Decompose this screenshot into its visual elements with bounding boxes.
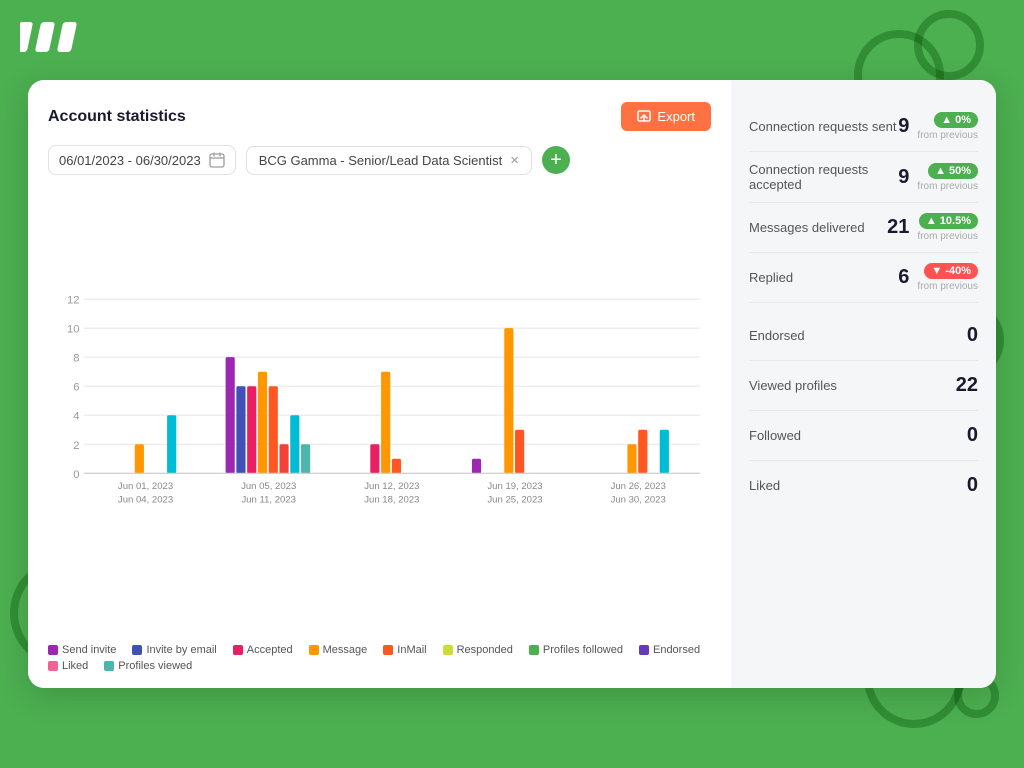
legend-item: Send invite [48,644,116,656]
legend-item: InMail [383,644,426,656]
badge-accepted: ▲ 50% [928,163,978,179]
badge-messages: ▲ 10.5% [919,213,978,229]
right-panel: Connection requests sent 9 ▲ 0% from pre… [731,80,996,688]
badge-sent: ▲ 0% [934,112,978,128]
legend-color [48,661,58,671]
legend-color [529,645,539,655]
legend-color [104,661,114,671]
legend-label: Invite by email [146,644,216,656]
legend-label: Profiles viewed [118,660,192,672]
legend-label: Responded [457,644,513,656]
card-title: Account statistics [48,108,186,126]
calendar-icon [209,152,225,168]
export-icon [637,110,651,124]
legend-color [443,645,453,655]
svg-text:10: 10 [67,324,79,336]
svg-text:2: 2 [73,440,79,452]
legend-item: Message [309,644,368,656]
main-card: Account statistics Export 06/01/2023 - 0… [28,80,996,688]
legend-item: Liked [48,660,88,672]
legend-label: Endorsed [653,644,700,656]
svg-text:4: 4 [73,411,79,423]
app-logo [20,18,80,56]
svg-text:Jun 04, 2023: Jun 04, 2023 [118,495,173,506]
stat-messages-delivered: Messages delivered 21 ▲ 10.5% from previ… [749,203,978,253]
legend-item: Responded [443,644,513,656]
bg-circle-3 [914,10,984,80]
legend-label: Message [323,644,368,656]
legend-item: Accepted [233,644,293,656]
svg-text:Jun 01, 2023: Jun 01, 2023 [118,481,173,492]
date-filter[interactable]: 06/01/2023 - 06/30/2023 [48,145,236,175]
stat-replied: Replied 6 ▼ -40% from previous [749,253,978,303]
stat-badge-sent: ▲ 0% from previous [917,112,978,141]
legend-label: Profiles followed [543,644,623,656]
card-header: Account statistics Export [48,102,711,131]
stat-followed: Followed 0 [749,411,978,461]
stat-connection-requests-accepted: Connection requests accepted 9 ▲ 50% fro… [749,152,978,203]
legend-color [48,645,58,655]
legend-label: Liked [62,660,88,672]
legend-color [233,645,243,655]
legend-label: InMail [397,644,426,656]
filters-row: 06/01/2023 - 06/30/2023 BCG Gamma - Seni… [48,145,711,175]
legend-item: Endorsed [639,644,700,656]
svg-text:8: 8 [73,353,79,365]
legend-item: Profiles viewed [104,660,192,672]
badge-replied: ▼ -40% [924,263,978,279]
tag-filter[interactable]: BCG Gamma - Senior/Lead Data Scientist × [246,146,532,175]
legend-item: Invite by email [132,644,216,656]
stat-badge-messages: ▲ 10.5% from previous [917,213,978,242]
stat-badge-replied: ▼ -40% from previous [917,263,978,292]
left-panel: Account statistics Export 06/01/2023 - 0… [28,80,731,688]
add-filter-button[interactable]: + [542,146,570,174]
stat-viewed-profiles: Viewed profiles 22 [749,361,978,411]
svg-text:Jun 19, 2023: Jun 19, 2023 [487,481,542,492]
remove-filter-button[interactable]: × [510,153,519,168]
legend-color [383,645,393,655]
svg-text:6: 6 [73,382,79,394]
svg-text:Jun 11, 2023: Jun 11, 2023 [241,495,296,506]
stat-liked: Liked 0 [749,461,978,510]
legend-color [639,645,649,655]
svg-text:Jun 30, 2023: Jun 30, 2023 [611,495,666,506]
chart-legend: Send invite Invite by email Accepted Messag… [48,638,711,672]
chart-area: 0 2 4 6 8 10 12 Jun 01, 2023 Jun 04, 2023 Jun 05,… [48,185,711,638]
legend-label: Accepted [247,644,293,656]
export-button[interactable]: Export [621,102,711,131]
stat-badge-accepted: ▲ 50% from previous [917,163,978,192]
stat-connection-requests-sent: Connection requests sent 9 ▲ 0% from pre… [749,102,978,152]
svg-text:Jun 12, 2023: Jun 12, 2023 [364,481,419,492]
svg-text:Jun 18, 2023: Jun 18, 2023 [364,495,419,506]
legend-item: Profiles followed [529,644,623,656]
legend-label: Send invite [62,644,116,656]
bar-chart: 0 2 4 6 8 10 12 Jun 01, 2023 Jun 04, 2023 Jun 05,… [48,185,711,638]
legend-color [132,645,142,655]
svg-text:0: 0 [73,469,79,481]
svg-text:Jun 25, 2023: Jun 25, 2023 [487,495,542,506]
svg-text:12: 12 [67,295,79,307]
svg-text:Jun 26, 2023: Jun 26, 2023 [611,481,666,492]
stat-endorsed: Endorsed 0 [749,311,978,361]
svg-text:Jun 05, 2023: Jun 05, 2023 [241,481,296,492]
legend-color [309,645,319,655]
